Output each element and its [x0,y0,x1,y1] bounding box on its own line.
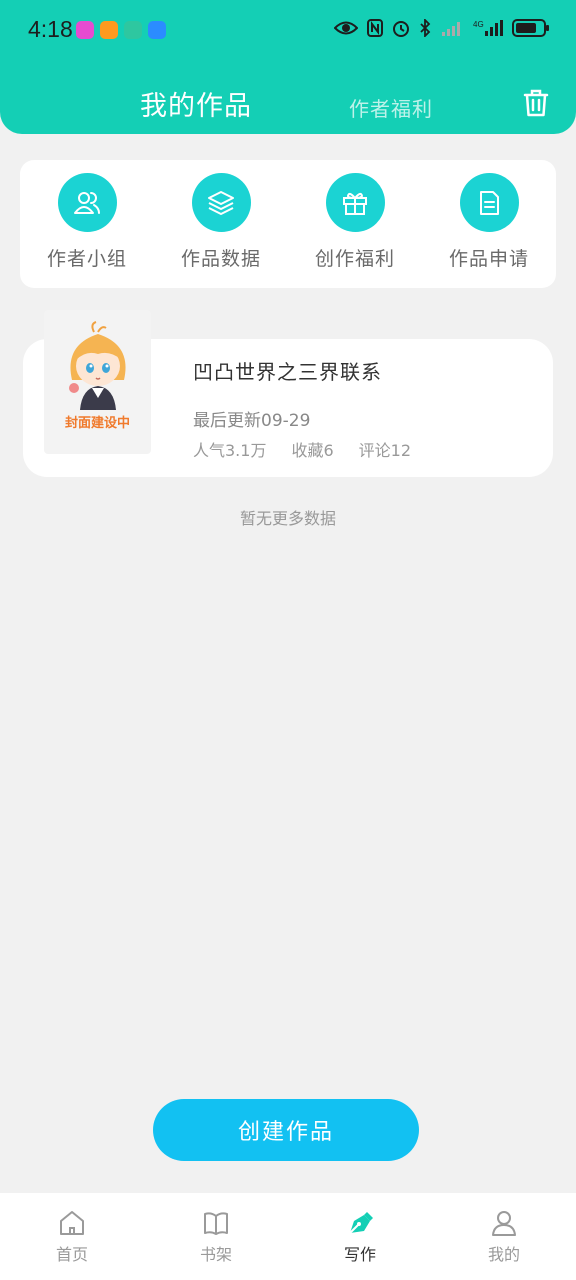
app-notification-icon [76,21,94,39]
work-favorites: 收藏6 [291,441,334,460]
nav-label: 我的 [487,1245,520,1264]
gift-icon [325,173,385,232]
work-cover[interactable]: 封面建设中 [44,310,151,454]
book-icon [204,1212,228,1235]
nfc-icon [367,19,383,37]
app-notification-icon [100,21,118,39]
create-work-button[interactable]: 创建作品 [153,1099,419,1161]
cover-illustration [69,321,126,410]
nav-label: 写作 [343,1245,376,1264]
app-notification-icon [124,21,142,39]
nav-write[interactable]: 写作 [288,1193,432,1280]
quick-work-data[interactable]: 作品数据 [154,160,288,288]
no-more-data-text: 暂无更多数据 [239,509,336,528]
quick-author-group[interactable]: 作者小组 [20,160,154,288]
battery-icon [512,19,549,37]
nav-label: 书架 [199,1245,232,1264]
users-icon [57,173,117,232]
status-time: 4:18 [28,16,73,42]
tab-author-welfare[interactable]: 作者福利 [349,93,433,122]
work-title[interactable]: 凹凸世界之三界联系 [193,356,382,385]
quick-label: 作品申请 [448,248,529,270]
status-bar: 4:18 4G [0,0,576,62]
work-popularity: 人气3.1万 [193,441,267,460]
home-icon [60,1211,84,1235]
nav-home[interactable]: 首页 [0,1193,144,1280]
trash-icon[interactable] [522,88,550,122]
work-stats: 人气3.1万 收藏6 评论12 [193,437,411,461]
system-icons: 4G [334,18,550,38]
work-comments: 评论12 [358,441,412,460]
quick-work-application[interactable]: 作品申请 [422,160,556,288]
signal-icon [442,22,460,36]
quick-label: 作者小组 [46,248,127,270]
notification-icons [76,21,166,39]
tab-my-works[interactable]: 我的作品 [140,84,252,123]
bottom-nav: 首页 书架 写作 我的 [0,1193,576,1280]
cover-placeholder-text: 封面建设中 [64,416,130,431]
eye-icon [334,21,358,35]
document-icon [459,173,519,232]
svg-text:4G: 4G [473,20,484,29]
user-icon [492,1211,516,1236]
alarm-icon [393,21,409,37]
header-tabs: 我的作品 作者福利 [0,80,576,128]
nav-label: 首页 [55,1245,88,1264]
quick-creation-welfare[interactable]: 创作福利 [288,160,422,288]
signal-4g-icon: 4G [473,20,503,36]
nav-bookshelf[interactable]: 书架 [144,1193,288,1280]
nav-mine[interactable]: 我的 [432,1193,576,1280]
work-last-updated: 最后更新09-29 [193,411,311,431]
quick-label: 创作福利 [314,248,395,270]
app-notification-icon [148,21,166,39]
pen-icon [349,1212,373,1234]
quick-label: 作品数据 [180,248,261,270]
quick-actions-card: 作者小组 作品数据 创作福利 作品申请 [20,160,556,288]
layers-icon [191,173,251,232]
bluetooth-icon [420,19,431,37]
